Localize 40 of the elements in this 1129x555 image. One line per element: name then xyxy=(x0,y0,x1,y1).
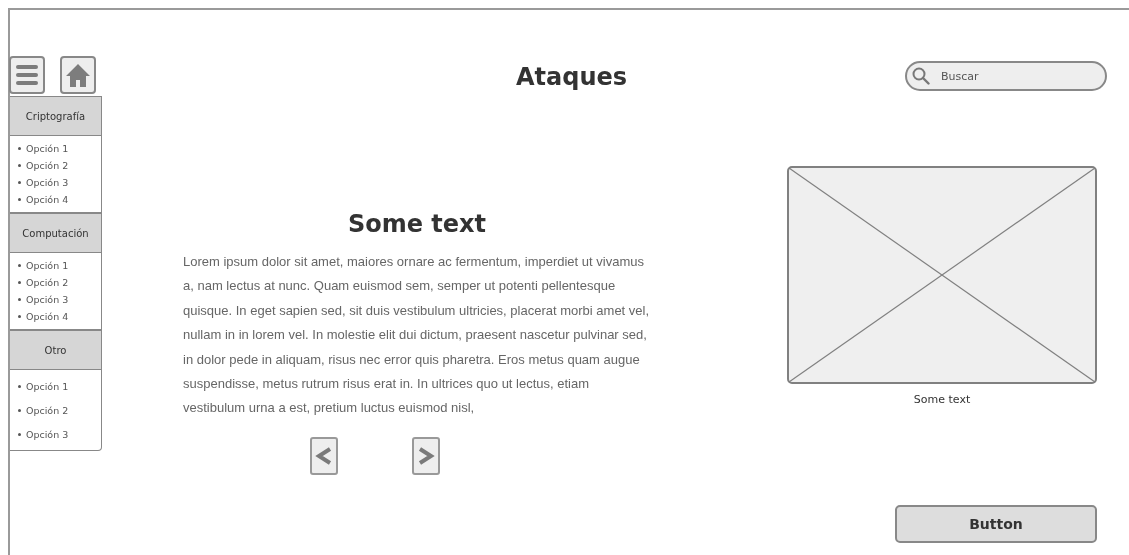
body-paragraph: Lorem ipsum dolor sit amet, maiores ornare ac fermentum, imperdiet ut vivamus a, nam lectus at nunc. Quam euismod sem, semper ut potenti pellentesque quisque. In eget sapien sed, sit duis vestibulum ultricies, placerat morbi amet vel, nullam in in lorem vel. In molestie elit dui dictum, praesent nascetur pulvinar sed, in dolor pede in aliquam, risus nec error quis pharetra. Eros metus quam augue suspendisse, metus rutrum risus erat in. In ultrices quo ut lectus, etiam vestibulum urna a est, pretium luctus euismod nisl, xyxy=(183,253,651,418)
sidebar-item[interactable]: Opción 3 xyxy=(26,428,69,440)
menu-icon xyxy=(15,62,39,88)
section-heading: Some text xyxy=(347,210,487,238)
bullet-icon xyxy=(18,432,21,436)
home-button[interactable] xyxy=(60,56,96,94)
sidebar-section-header[interactable]: Criptografía xyxy=(10,97,101,136)
next-button[interactable] xyxy=(412,436,440,475)
sidebar-item[interactable]: Opción 2 xyxy=(26,277,69,288)
previous-button[interactable] xyxy=(310,436,338,475)
bullet-icon xyxy=(18,315,21,318)
image-caption: Some text xyxy=(913,393,971,406)
bullet-icon xyxy=(18,181,21,184)
sidebar-item[interactable]: Opción 2 xyxy=(26,160,69,171)
sidebar-item[interactable]: Opción 2 xyxy=(26,404,69,416)
search-icon xyxy=(912,67,930,85)
chevron-left-icon xyxy=(315,445,333,466)
bullet-icon xyxy=(18,164,21,167)
chevron-right-icon xyxy=(417,445,435,466)
sidebar-section-header[interactable]: Otro xyxy=(10,329,101,370)
page-title: Ataques xyxy=(514,63,629,91)
search-field[interactable]: Buscar xyxy=(905,61,1107,91)
bullet-icon xyxy=(18,384,21,388)
sidebar-item[interactable]: Opción 1 xyxy=(26,143,69,154)
action-button[interactable]: Button xyxy=(895,505,1097,543)
sidebar-item[interactable]: Opción 1 xyxy=(26,260,69,271)
sidebar-item[interactable]: Opción 3 xyxy=(26,177,69,188)
sidebar-item[interactable]: Opción 3 xyxy=(26,294,69,305)
bullet-icon xyxy=(18,147,21,150)
menu-button[interactable] xyxy=(9,56,45,94)
home-icon xyxy=(65,62,91,88)
sidebar-item[interactable]: Opción 1 xyxy=(26,380,69,392)
bullet-icon xyxy=(18,281,21,284)
bullet-icon xyxy=(18,408,21,412)
sidebar-section-header[interactable]: Computación xyxy=(10,212,101,253)
bullet-icon xyxy=(18,298,21,301)
bullet-icon xyxy=(18,198,21,201)
bullet-icon xyxy=(18,264,21,267)
sidebar-item[interactable]: Opción 4 xyxy=(26,194,69,205)
sidebar-item[interactable]: Opción 4 xyxy=(26,311,69,322)
